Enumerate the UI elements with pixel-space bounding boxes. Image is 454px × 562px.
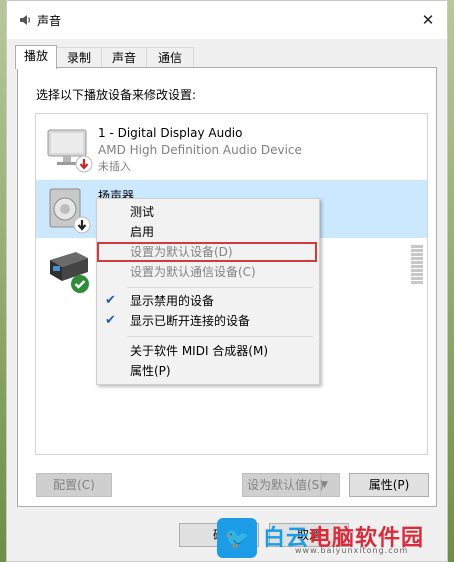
tab-recording[interactable]: 录制 — [56, 47, 102, 68]
menu-item-test[interactable]: 测试 — [97, 202, 317, 222]
device-description: AMD High Definition Audio Device — [98, 143, 302, 157]
properties-button[interactable]: 属性(P) — [349, 473, 429, 497]
set-default-label: 设为默认值(S) — [247, 478, 324, 492]
chevron-down-icon[interactable]: ▼ — [320, 474, 339, 496]
tab-communications[interactable]: 通信 — [146, 47, 194, 68]
instruction-text: 选择以下播放设备来修改设置: — [36, 88, 197, 102]
bird-icon: 🐦 — [217, 518, 257, 558]
tab-playback[interactable]: 播放 — [15, 45, 57, 69]
title-bar: 声音 ✕ — [7, 1, 447, 39]
volume-meter — [411, 245, 423, 285]
menu-separator — [127, 287, 313, 288]
checkmark-icon: ✔ — [105, 293, 116, 308]
menu-item-about-midi[interactable]: 关于软件 MIDI 合成器(M) — [97, 341, 317, 361]
monitor-icon — [47, 129, 93, 173]
menu-item-set-default-comm-device[interactable]: 设置为默认通信设备(C) — [97, 262, 317, 282]
context-menu: 测试 启用 设置为默认设备(D) 设置为默认通信设备(C) ✔ 显示禁用的设备 ✔… — [96, 198, 320, 385]
menu-item-set-default-device[interactable]: 设置为默认设备(D) — [97, 242, 317, 262]
menu-item-enable[interactable]: 启用 — [97, 222, 317, 242]
device-name: 1 - Digital Display Audio — [98, 126, 243, 140]
watermark-url: www.baiyunxitong.com — [295, 546, 409, 555]
window-title: 声音 — [37, 14, 62, 28]
desktop-background-right — [448, 0, 454, 562]
menu-item-show-disconnected[interactable]: ✔ 显示已断开连接的设备 — [97, 311, 317, 331]
receiver-icon — [50, 252, 89, 293]
device-status: 未插入 — [98, 160, 131, 173]
watermark-logo: 🐦 白云电脑软件园 www.baiyunxitong.com — [217, 518, 447, 558]
speaker-icon — [49, 188, 91, 234]
configure-button[interactable]: 配置(C) — [36, 473, 112, 497]
device-item[interactable]: 1 - Digital Display Audio AMD High Defin… — [36, 119, 427, 177]
menu-separator — [127, 336, 313, 337]
close-button[interactable]: ✕ — [415, 7, 441, 33]
speaker-icon — [20, 15, 31, 25]
menu-item-properties[interactable]: 属性(P) — [97, 361, 317, 381]
menu-item-show-disabled[interactable]: ✔ 显示禁用的设备 — [97, 291, 317, 311]
checkmark-icon: ✔ — [105, 313, 116, 328]
tab-sounds[interactable]: 声音 — [101, 47, 147, 68]
close-icon: ✕ — [421, 11, 435, 29]
set-default-button[interactable]: 设为默认值(S) ▼ — [242, 473, 340, 497]
